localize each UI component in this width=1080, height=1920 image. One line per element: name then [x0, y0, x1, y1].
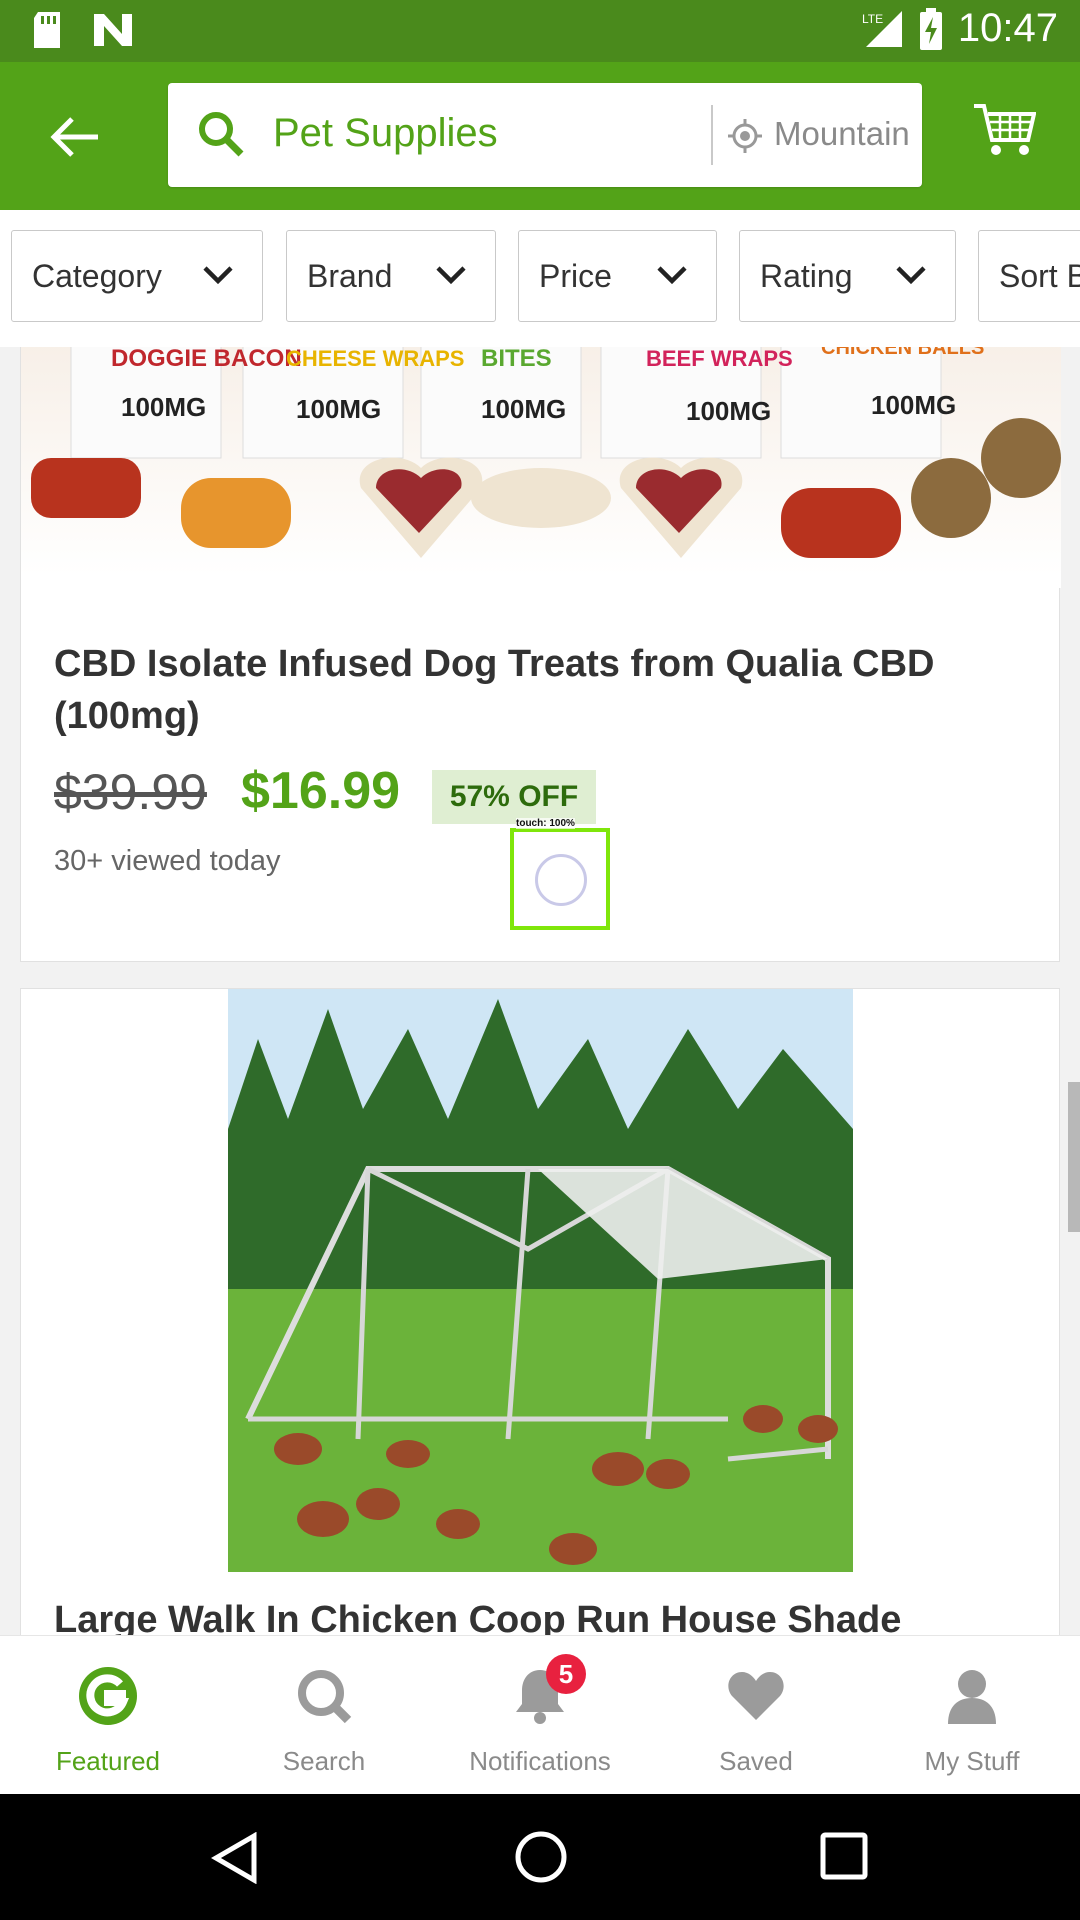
search-bar[interactable]: Pet Supplies Mountain — [168, 83, 922, 187]
search-query[interactable]: Pet Supplies — [273, 111, 498, 156]
svg-text:BEEF WRAPS: BEEF WRAPS — [646, 347, 793, 371]
location-field[interactable]: Mountain — [774, 115, 914, 153]
signal-icon: LTE — [862, 10, 902, 47]
product-title[interactable]: CBD Isolate Infused Dog Treats from Qual… — [54, 638, 1014, 742]
chicken-coop-illustration — [228, 989, 853, 1572]
views-count: 30+ viewed today — [54, 845, 281, 877]
filter-price[interactable]: Price — [518, 230, 717, 322]
svg-text:100MG: 100MG — [871, 390, 956, 420]
nav-search[interactable]: Search — [216, 1636, 432, 1795]
system-nav-bar — [0, 1794, 1080, 1920]
original-price: $39.99 — [54, 764, 207, 820]
app-bar: Pet Supplies Mountain — [0, 62, 1080, 210]
cart-button[interactable] — [972, 102, 1042, 172]
treat-jars-illustration: DOGGIE BACON CHEESE WRAPS BITES BEEF WRA… — [31, 347, 1061, 558]
product-card[interactable]: Large Walk In Chicken Coop Run House Sha… — [20, 988, 1060, 1635]
notification-badge: 5 — [546, 1654, 586, 1694]
touch-indicator: touch: 100% — [510, 818, 610, 930]
filter-label: Sort B — [999, 257, 1080, 294]
bottom-nav: Featured Search Notifications 5 Saved My… — [0, 1635, 1080, 1795]
nav-label: Saved — [719, 1746, 793, 1776]
location-icon[interactable] — [726, 117, 764, 155]
chevron-down-icon — [436, 266, 466, 285]
person-icon — [948, 1670, 996, 1724]
cart-icon — [974, 104, 1037, 155]
chevron-down-icon — [896, 266, 926, 285]
filter-label: Category — [32, 257, 162, 294]
search-icon — [199, 112, 244, 157]
svg-text:100MG: 100MG — [296, 394, 381, 424]
filter-bar: Category Brand Price Rating Sort B — [0, 210, 1080, 348]
scrollbar[interactable] — [1068, 1082, 1080, 1232]
search-divider — [711, 105, 713, 165]
nav-label: Notifications — [469, 1746, 611, 1776]
clock: 10:47 — [957, 6, 1058, 50]
svg-text:LTE: LTE — [862, 12, 883, 26]
battery-charging-icon — [919, 7, 942, 50]
back-button[interactable] — [40, 102, 110, 172]
svg-text:DOGGIE BACON: DOGGIE BACON — [111, 347, 302, 372]
status-bar: LTE 10:47 — [0, 0, 1080, 62]
n-logo-icon — [94, 14, 132, 46]
nav-label: Search — [282, 1746, 366, 1776]
nav-label: My Stuff — [924, 1746, 1020, 1776]
filter-category[interactable]: Category — [11, 230, 263, 322]
filter-label: Rating — [760, 257, 853, 294]
back-triangle-icon[interactable] — [210, 1832, 260, 1884]
filter-brand[interactable]: Brand — [286, 230, 496, 322]
recents-square-icon[interactable] — [820, 1832, 868, 1880]
svg-text:BITES: BITES — [481, 347, 552, 372]
svg-text:100MG: 100MG — [481, 394, 566, 424]
search-icon — [298, 1670, 352, 1724]
heart-icon — [728, 1672, 784, 1720]
svg-text:100MG: 100MG — [686, 396, 771, 426]
nav-saved[interactable]: Saved — [648, 1636, 864, 1795]
nav-my-stuff[interactable]: My Stuff — [864, 1636, 1080, 1795]
home-circle-icon[interactable] — [514, 1830, 568, 1884]
chevron-down-icon — [657, 266, 687, 285]
chevron-down-icon — [203, 266, 233, 285]
svg-text:100MG: 100MG — [121, 392, 206, 422]
product-title[interactable]: Large Walk In Chicken Coop Run House Sha… — [54, 1594, 1034, 1635]
product-feed[interactable]: DOGGIE BACON CHEESE WRAPS BITES BEEF WRA… — [0, 347, 1080, 1635]
nav-featured[interactable]: Featured — [0, 1636, 216, 1795]
sale-price: $16.99 — [241, 762, 401, 820]
discount-badge: 57% OFF — [432, 770, 596, 824]
nav-notifications[interactable]: Notifications — [432, 1636, 648, 1795]
svg-text:CHICKEN BALLS: CHICKEN BALLS — [821, 347, 984, 359]
product-image[interactable]: DOGGIE BACON CHEESE WRAPS BITES BEEF WRA… — [21, 347, 1061, 588]
touch-label: touch: 100% — [516, 818, 575, 829]
touch-ring — [535, 854, 587, 906]
filter-sort[interactable]: Sort B — [978, 230, 1080, 322]
nav-label: Featured — [55, 1746, 161, 1776]
sd-card-icon — [34, 12, 60, 48]
product-image[interactable] — [228, 989, 853, 1572]
back-arrow-icon — [50, 117, 98, 157]
filter-rating[interactable]: Rating — [739, 230, 956, 322]
filter-label: Brand — [307, 257, 393, 294]
featured-g-icon — [79, 1667, 137, 1725]
svg-text:CHEESE WRAPS: CHEESE WRAPS — [286, 347, 464, 371]
filter-label: Price — [539, 257, 612, 294]
